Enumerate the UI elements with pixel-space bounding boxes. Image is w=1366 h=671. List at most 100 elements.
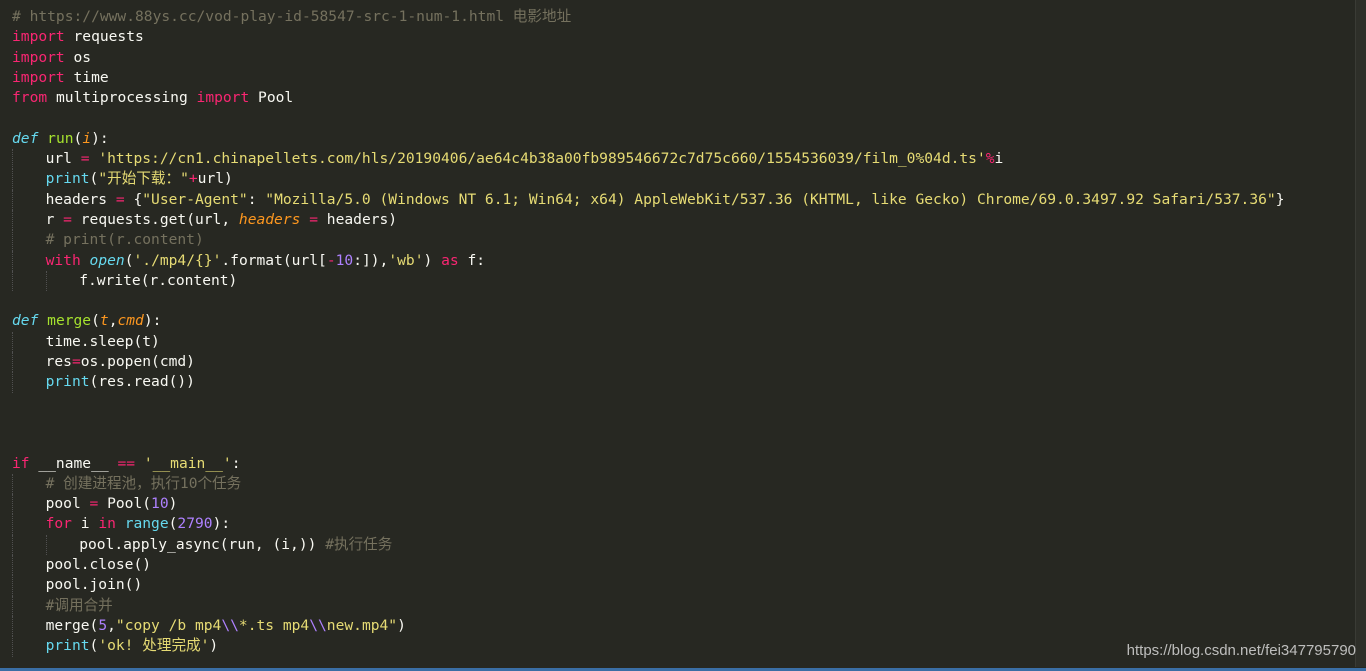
code-token: i (82, 129, 92, 147)
code-line[interactable]: pool = Pool(10) (12, 494, 1354, 515)
code-token: 'https://cn1.chinapellets.com/hls/201904… (98, 150, 986, 168)
code-line[interactable]: import requests (12, 27, 1354, 47)
indent-guide (12, 250, 13, 271)
code-line[interactable]: res=os.popen(cmd) (12, 352, 1354, 373)
code-line-content (12, 434, 21, 451)
code-token: i (71, 515, 99, 533)
code-token: import (196, 89, 250, 107)
code-token: time (64, 68, 109, 86)
code-editor[interactable]: # https://www.88ys.cc/vod-play-id-58547-… (0, 0, 1366, 671)
code-line-content: import requests (12, 28, 144, 45)
code-line-content: print(res.read()) (46, 373, 195, 390)
code-token: :]), (353, 251, 389, 269)
code-line[interactable]: import time (12, 68, 1354, 88)
code-token: headers (45, 190, 116, 208)
code-token: = (63, 210, 72, 228)
code-token: def (12, 129, 39, 147)
indent-guide (12, 209, 13, 231)
code-token: new.mp4" (326, 616, 398, 634)
code-line[interactable]: pool.apply_async(run, (i,)) #执行任务 (12, 534, 1354, 556)
code-token: ( (89, 170, 99, 188)
indent-guide (12, 615, 13, 637)
code-token: if (12, 454, 30, 472)
code-line[interactable]: url = 'https://cn1.chinapellets.com/hls/… (12, 149, 1354, 170)
code-token: headers) (318, 210, 398, 228)
code-line-content: #调用合并 (46, 597, 113, 614)
code-token: = (71, 353, 81, 371)
code-token: - (326, 251, 336, 269)
code-line[interactable]: merge(5,"copy /b mp4\\*.ts mp4\\new.mp4"… (12, 615, 1354, 637)
code-line[interactable] (12, 291, 1354, 311)
code-token: r (45, 210, 64, 228)
indent-guide (12, 575, 13, 596)
code-token: # print(r.content) (45, 231, 204, 249)
code-line[interactable]: # https://www.88ys.cc/vod-play-id-58547-… (12, 7, 1354, 27)
code-line-content: pool = Pool(10) (46, 495, 178, 512)
code-token: import (12, 28, 65, 46)
code-token: 10 (335, 251, 354, 269)
code-line[interactable]: print("开始下载："+url) (12, 169, 1354, 190)
code-token: #调用合并 (45, 596, 113, 614)
code-line-content: res=os.popen(cmd) (46, 353, 195, 370)
code-token: 5 (98, 616, 108, 634)
code-line-content: from multiprocessing import Pool (12, 89, 293, 106)
code-token: pool.apply_async(run, (i,)) (79, 535, 326, 553)
indent-guide (12, 352, 13, 373)
code-line[interactable]: # 创建进程池，执行10个任务 (12, 473, 1354, 495)
code-line[interactable] (12, 433, 1354, 453)
code-line-content: # https://www.88ys.cc/vod-play-id-58547-… (12, 8, 571, 25)
code-line[interactable]: # print(r.content) (12, 230, 1354, 251)
code-token: Pool( (98, 495, 152, 513)
code-line-content: # print(r.content) (46, 231, 204, 248)
code-line[interactable]: def run(i): (12, 129, 1354, 149)
code-line[interactable]: r = requests.get(url, headers = headers) (12, 209, 1354, 231)
code-line-content: if __name__ == '__main__': (12, 455, 241, 472)
code-token: res (45, 353, 72, 371)
code-line[interactable]: from multiprocessing import Pool (12, 88, 1354, 108)
code-area[interactable]: # https://www.88ys.cc/vod-play-id-58547-… (12, 7, 1354, 657)
code-token: pool.join() (45, 576, 143, 594)
code-token: } (1275, 190, 1285, 208)
code-token: print (45, 170, 90, 188)
code-line[interactable] (12, 413, 1354, 433)
code-token: time.sleep(t) (45, 332, 160, 350)
code-line[interactable]: import os (12, 48, 1354, 68)
code-line[interactable]: with open('./mp4/{}'.format(url[-10:]),'… (12, 250, 1354, 271)
code-token: ( (73, 129, 83, 147)
code-token: *.ts mp4 (238, 616, 310, 634)
code-token: # https://www.88ys.cc/vod-play-id-58547-… (12, 8, 572, 25)
code-line-content (12, 414, 21, 431)
code-line-content (12, 394, 21, 411)
code-line-content: pool.apply_async(run, (i,)) #执行任务 (79, 536, 392, 553)
code-token: \\ (309, 616, 327, 634)
code-line[interactable] (12, 393, 1354, 413)
code-line[interactable] (12, 108, 1354, 128)
code-token: % (985, 150, 995, 168)
code-line[interactable]: f.write(r.content) (12, 270, 1354, 292)
code-token: print (45, 637, 90, 655)
code-line[interactable]: #调用合并 (12, 595, 1354, 616)
code-token: ( (89, 637, 99, 655)
code-line[interactable]: print(res.read()) (12, 372, 1354, 393)
code-line[interactable]: for i in range(2790): (12, 514, 1354, 535)
code-line[interactable]: pool.join() (12, 575, 1354, 596)
code-token: : (231, 454, 241, 472)
code-token: for (45, 515, 72, 533)
code-line[interactable]: if __name__ == '__main__': (12, 454, 1354, 474)
code-line[interactable]: headers = {"User-Agent": "Mozilla/5.0 (W… (12, 189, 1354, 210)
code-line-content: import time (12, 69, 109, 86)
code-line[interactable]: time.sleep(t) (12, 331, 1354, 353)
vertical-scrollbar[interactable] (1355, 0, 1366, 667)
code-token: , (107, 616, 116, 634)
code-line[interactable]: pool.close() (12, 555, 1354, 576)
code-token: "copy /b mp4 (115, 616, 222, 634)
code-token: 10 (151, 495, 169, 513)
code-line-content: pool.close() (46, 556, 151, 573)
code-line[interactable]: def merge(t,cmd): (12, 311, 1354, 331)
indent-guide (12, 555, 13, 576)
indent-guide (12, 473, 13, 495)
